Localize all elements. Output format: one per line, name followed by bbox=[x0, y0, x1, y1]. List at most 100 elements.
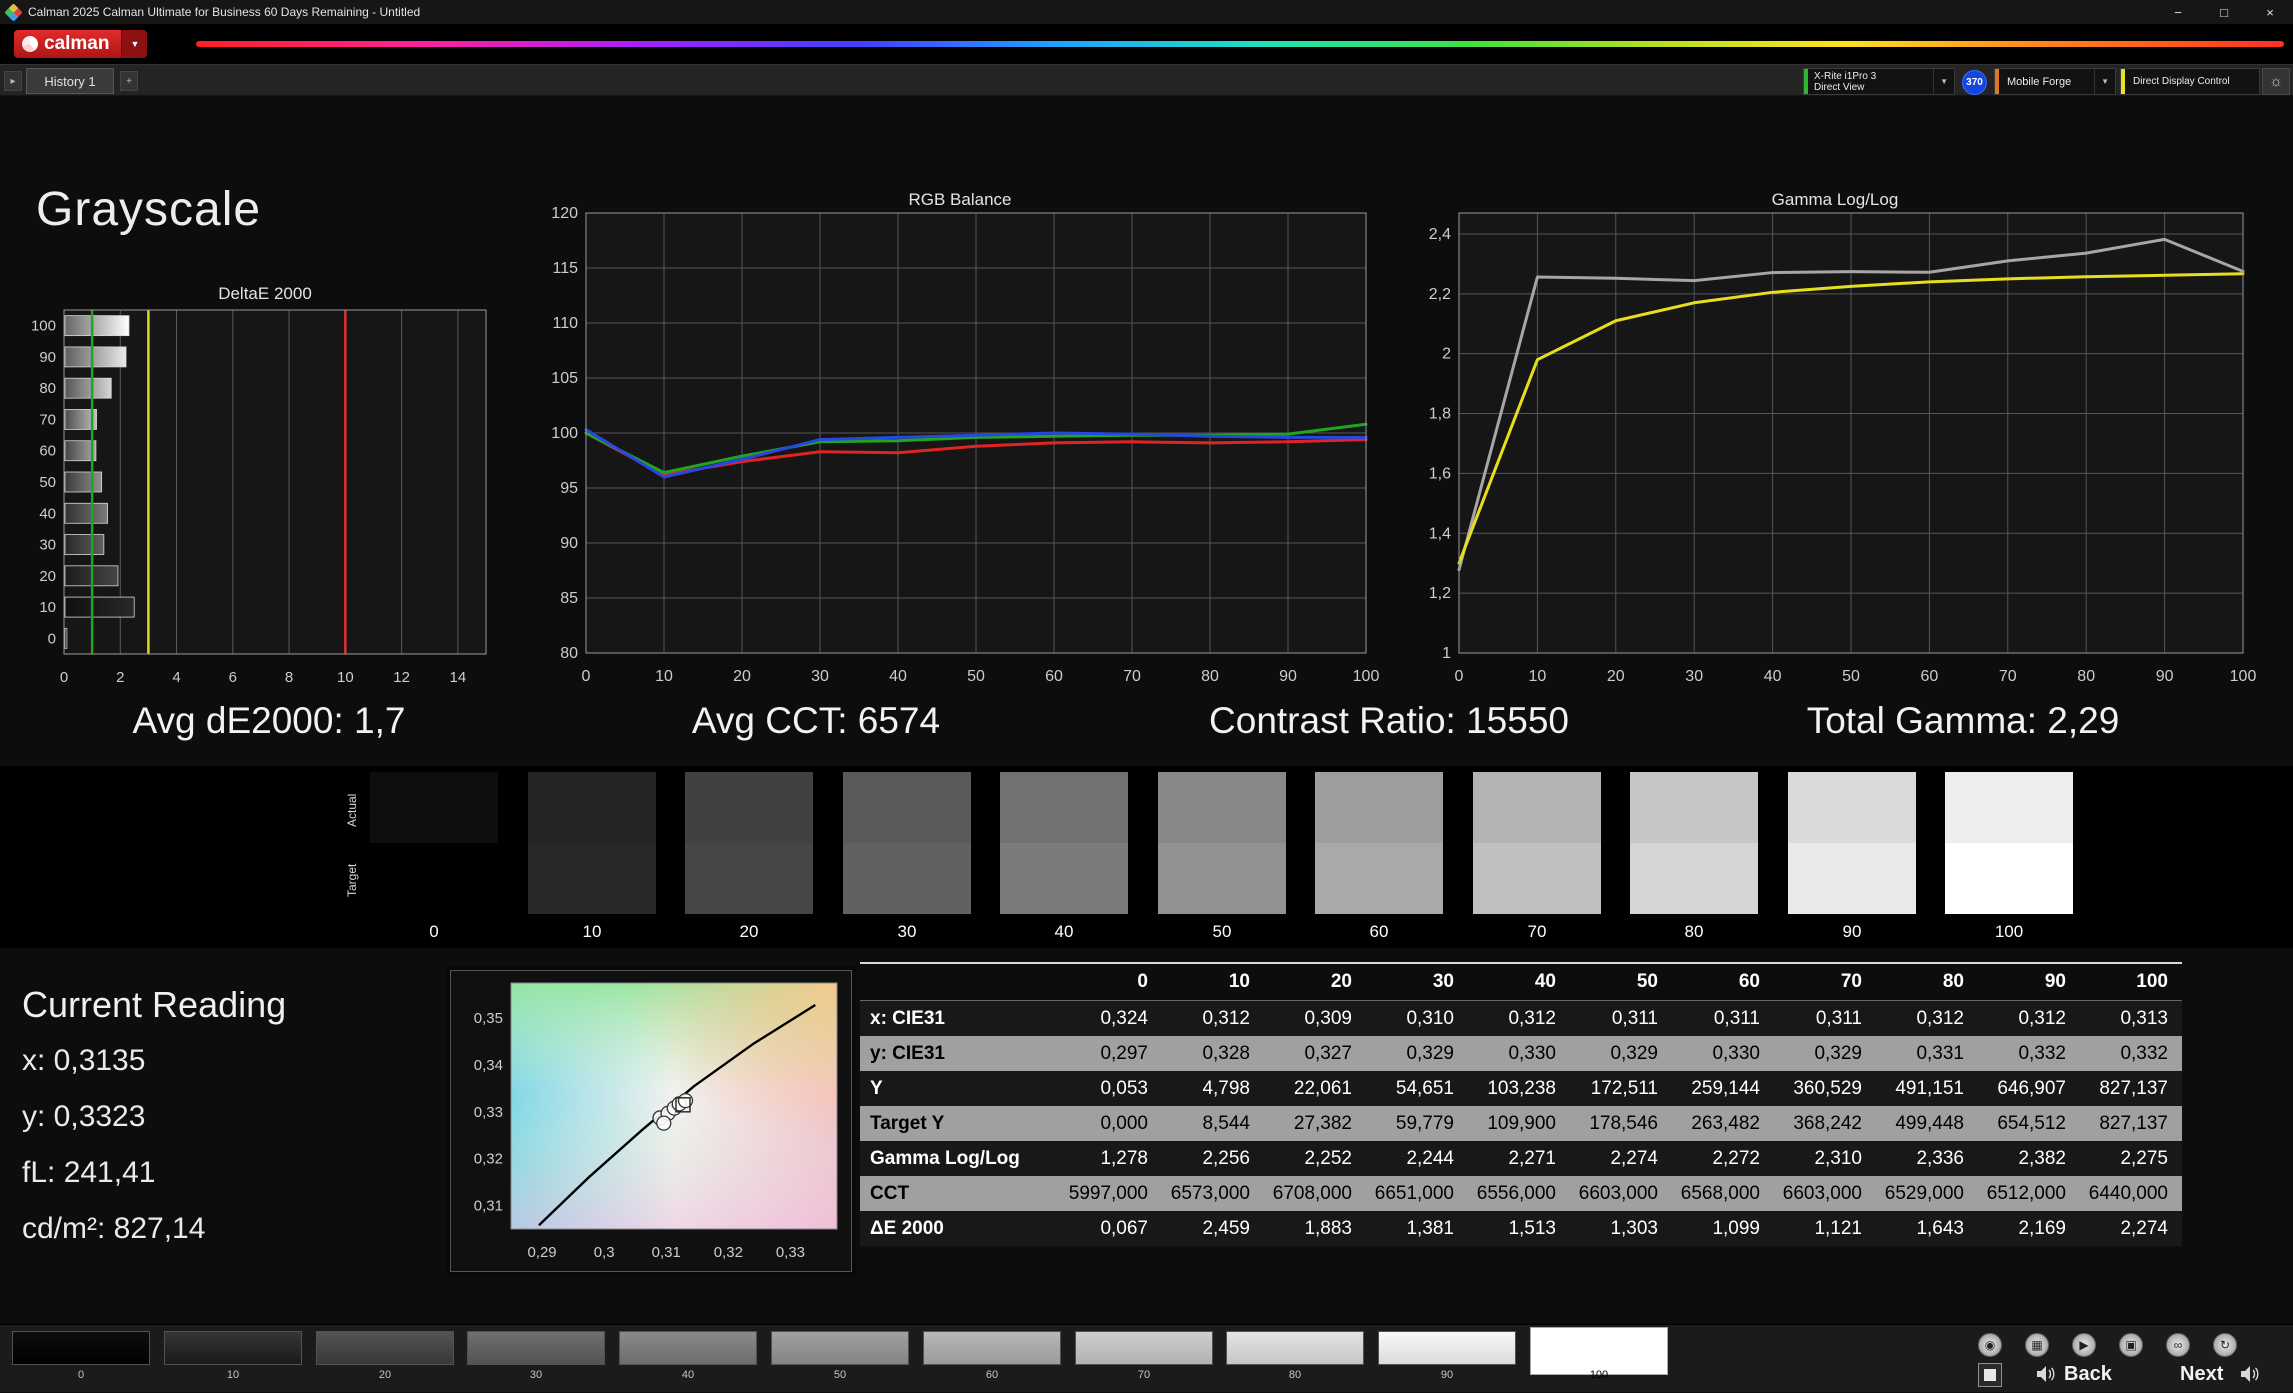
table-cell: 0,000 bbox=[1060, 1106, 1162, 1141]
table-cell: 827,137 bbox=[2080, 1106, 2182, 1141]
save-icon[interactable]: ▣ bbox=[2119, 1333, 2143, 1357]
patch-button-100[interactable]: 100 bbox=[1530, 1325, 1668, 1393]
svg-text:100: 100 bbox=[2230, 668, 2257, 685]
table-cell: 0,312 bbox=[1162, 1001, 1264, 1036]
table-cell: 6603,000 bbox=[1570, 1176, 1672, 1211]
grayscale-patch-90 bbox=[1788, 772, 1916, 914]
svg-text:0,3: 0,3 bbox=[594, 1244, 615, 1261]
calman-logo[interactable]: calman ▼ bbox=[14, 30, 148, 58]
patch-button-10[interactable]: 10 bbox=[164, 1325, 302, 1393]
next-button[interactable]: Next bbox=[2180, 1363, 2223, 1386]
table-cell: 2,252 bbox=[1264, 1141, 1366, 1176]
table-cell: 172,511 bbox=[1570, 1071, 1672, 1106]
target-patch bbox=[1315, 843, 1443, 914]
grayscale-patch-100 bbox=[1945, 772, 2073, 914]
table-cell: 6603,000 bbox=[1774, 1176, 1876, 1211]
table-cell: 1,303 bbox=[1570, 1211, 1672, 1246]
table-cell: 0,311 bbox=[1774, 1001, 1876, 1036]
grayscale-patch-50 bbox=[1158, 772, 1286, 914]
spectrum-strip bbox=[196, 41, 2284, 47]
add-history-button[interactable]: + bbox=[120, 71, 138, 91]
preview-window-button[interactable] bbox=[1978, 1363, 2002, 1387]
patch-chip bbox=[923, 1331, 1061, 1365]
target-patch bbox=[370, 843, 498, 914]
table-cell: 2,310 bbox=[1774, 1141, 1876, 1176]
table-cell: 1,513 bbox=[1468, 1211, 1570, 1246]
table-cell: 0,327 bbox=[1264, 1036, 1366, 1071]
table-cell: 646,907 bbox=[1978, 1071, 2080, 1106]
source-name: Mobile Forge bbox=[2007, 75, 2072, 88]
patch-button-90[interactable]: 90 bbox=[1378, 1325, 1516, 1393]
cie-chart-panel: 0,29 0,3 0,31 0,32 0,33 0,31 0,32 0,33 0,34 0,35 bbox=[450, 970, 852, 1272]
patch-button-20[interactable]: 20 bbox=[316, 1325, 454, 1393]
stat-contrast-ratio: Contrast Ratio: 15550 bbox=[1209, 700, 1569, 741]
display-control-dropdown[interactable]: Direct Display Control bbox=[2120, 68, 2260, 95]
app-menu-caret-icon[interactable]: ▼ bbox=[121, 30, 148, 58]
meter-dropdown[interactable]: X-Rite i1Pro 3 Direct View ▼ bbox=[1803, 68, 1955, 95]
svg-text:0: 0 bbox=[60, 669, 68, 686]
svg-text:0,31: 0,31 bbox=[474, 1198, 503, 1215]
svg-text:30: 30 bbox=[39, 537, 56, 554]
chevron-down-icon: ▼ bbox=[2094, 69, 2115, 94]
patch-button-60[interactable]: 60 bbox=[923, 1325, 1061, 1393]
svg-text:70: 70 bbox=[1123, 668, 1141, 685]
actual-patch bbox=[843, 772, 971, 843]
minimize-button[interactable]: − bbox=[2155, 0, 2201, 24]
maximize-button[interactable]: □ bbox=[2201, 0, 2247, 24]
close-button[interactable]: × bbox=[2247, 0, 2293, 24]
patch-button-50[interactable]: 50 bbox=[771, 1325, 909, 1393]
svg-text:20: 20 bbox=[733, 668, 751, 685]
table-cell: 4,798 bbox=[1162, 1071, 1264, 1106]
patch-button-70[interactable]: 70 bbox=[1075, 1325, 1213, 1393]
back-speaker-icon bbox=[2036, 1365, 2056, 1388]
table-cell: 59,779 bbox=[1366, 1106, 1468, 1141]
svg-text:0,35: 0,35 bbox=[474, 1010, 503, 1027]
meter-count-badge[interactable]: 370 bbox=[1962, 70, 1987, 95]
patch-button-0[interactable]: 0 bbox=[12, 1325, 150, 1393]
refresh-icon[interactable]: ↻ bbox=[2213, 1333, 2237, 1357]
history-tab[interactable]: History 1 bbox=[26, 68, 114, 94]
reading-x: x: 0,3135 bbox=[22, 1044, 146, 1077]
play-icon[interactable]: ▶ bbox=[2072, 1333, 2096, 1357]
current-reading-title: Current Reading bbox=[22, 984, 287, 1025]
table-cell: 1,121 bbox=[1774, 1211, 1876, 1246]
back-button[interactable]: Back bbox=[2064, 1363, 2112, 1386]
table-cell: 5997,000 bbox=[1060, 1176, 1162, 1211]
settings-gear-icon[interactable]: ☼ bbox=[2262, 68, 2290, 95]
history-expand-button[interactable]: ▸ bbox=[4, 71, 22, 91]
table-row-label: ΔE 2000 bbox=[860, 1211, 1060, 1246]
table-header-cell: 10 bbox=[1162, 964, 1264, 1001]
source-dropdown[interactable]: Mobile Forge ▼ bbox=[1994, 68, 2116, 95]
stat-avg-de2000: Avg dE2000: 1,7 bbox=[132, 700, 406, 741]
table-cell: 0,330 bbox=[1672, 1036, 1774, 1071]
table-row-label: CCT bbox=[860, 1176, 1060, 1211]
patch-chip bbox=[467, 1331, 605, 1365]
actual-patch bbox=[1630, 772, 1758, 843]
window-controls: − □ × bbox=[2155, 0, 2293, 24]
table-cell: 0,329 bbox=[1570, 1036, 1672, 1071]
patch-button-80[interactable]: 80 bbox=[1226, 1325, 1364, 1393]
patch-chip bbox=[1226, 1331, 1364, 1365]
svg-text:1,4: 1,4 bbox=[1429, 525, 1451, 542]
grayscale-patch-20 bbox=[685, 772, 813, 914]
svg-text:50: 50 bbox=[967, 668, 985, 685]
target-patch bbox=[1788, 843, 1916, 914]
window-titlebar: Calman 2025 Calman Ultimate for Business… bbox=[0, 0, 2293, 24]
loop-icon[interactable]: ∞ bbox=[2166, 1333, 2190, 1357]
camera-icon[interactable]: ◉ bbox=[1978, 1333, 2002, 1357]
page-title: Grayscale bbox=[36, 183, 262, 236]
table-cell: 827,137 bbox=[2080, 1071, 2182, 1106]
table-row-label: Y bbox=[860, 1071, 1060, 1106]
table-cell: 0,313 bbox=[2080, 1001, 2182, 1036]
svg-text:4: 4 bbox=[172, 669, 180, 686]
target-patch bbox=[1473, 843, 1601, 914]
patch-button-30[interactable]: 30 bbox=[467, 1325, 605, 1393]
svg-text:14: 14 bbox=[450, 669, 467, 686]
svg-text:2: 2 bbox=[1442, 346, 1451, 363]
table-header-cell: 60 bbox=[1672, 964, 1774, 1001]
patch-level-label: 30 bbox=[897, 922, 917, 941]
svg-text:50: 50 bbox=[39, 474, 56, 491]
patch-button-40[interactable]: 40 bbox=[619, 1325, 757, 1393]
patch-chip bbox=[12, 1331, 150, 1365]
archive-icon[interactable]: ▦ bbox=[2025, 1333, 2049, 1357]
